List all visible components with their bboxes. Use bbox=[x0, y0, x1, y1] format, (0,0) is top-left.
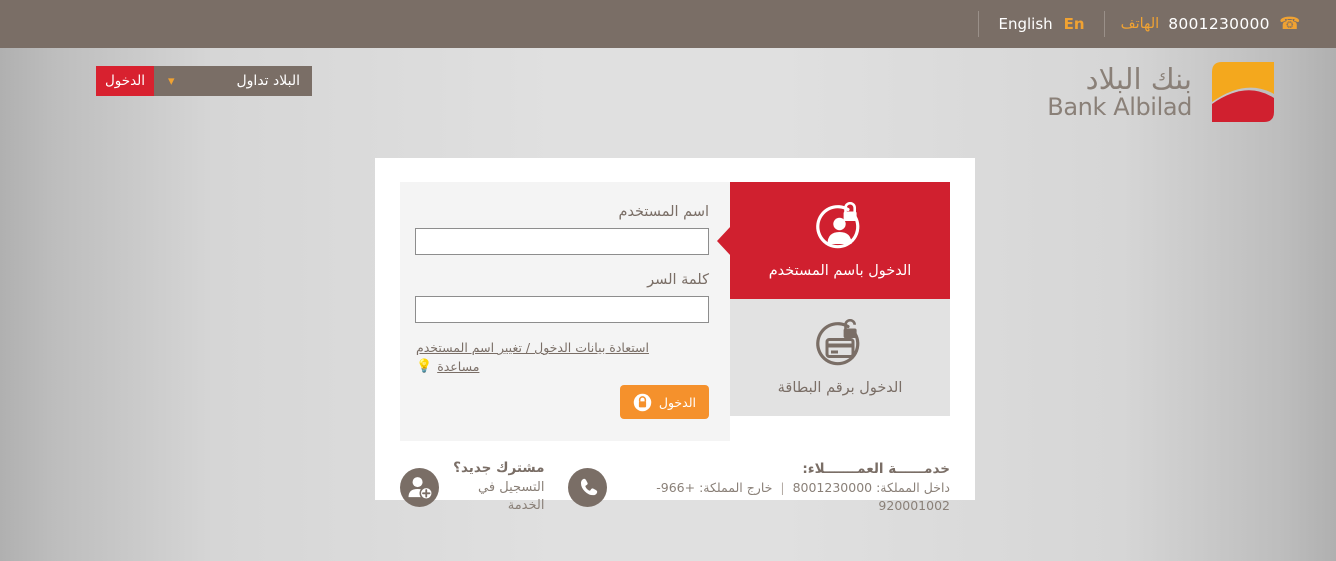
support-inside-label: داخل المملكة: bbox=[876, 480, 950, 496]
card-footer: مشترك جديد؟ التسجيل في الخدمة خدمــــــة… bbox=[375, 441, 975, 516]
bank-albilad-logo: بنك البلاد Bank Albilad bbox=[1047, 58, 1280, 128]
login-submit-button[interactable]: الدخول bbox=[619, 385, 709, 419]
language-switcher[interactable]: English En bbox=[979, 15, 1103, 33]
chevron-down-icon: ▾ bbox=[168, 73, 175, 89]
phone-icon bbox=[568, 468, 608, 508]
nav-dropdown-albilad-tadawul[interactable]: البلاد تداول ▾ bbox=[154, 66, 312, 96]
tab-login-with-username[interactable]: الدخول باسم المستخدم bbox=[717, 182, 950, 299]
footer-new-subscriber-subtitle[interactable]: التسجيل في الخدمة bbox=[450, 479, 544, 517]
logo-emblem-icon bbox=[1212, 62, 1274, 122]
language-english-abbr[interactable]: En bbox=[1064, 15, 1085, 33]
logo-english-name: Bank Albilad bbox=[1047, 93, 1192, 122]
footer-customer-service-numbers: داخل المملكة: 8001230000 | خارج المملكة:… bbox=[618, 479, 950, 515]
login-form-panel: اسم المستخدم كلمة السر استعادة بيانات ال… bbox=[400, 182, 730, 441]
language-english-label[interactable]: English bbox=[998, 15, 1052, 33]
help-link-row: 💡 مساعدة bbox=[416, 359, 709, 374]
nav-left-group: البلاد تداول ▾ الدخول bbox=[96, 66, 312, 96]
support-separator: | bbox=[780, 480, 785, 496]
top-bar-phone-number: 8001230000 bbox=[1168, 15, 1270, 33]
password-label: كلمة السر bbox=[647, 272, 709, 288]
nav-dropdown-label: البلاد تداول bbox=[236, 73, 301, 89]
lock-icon bbox=[633, 393, 652, 411]
help-link[interactable]: مساعدة bbox=[437, 359, 479, 374]
footer-customer-service: خدمــــــة العمـــــــلاء: داخل المملكة:… bbox=[568, 460, 950, 516]
add-user-icon bbox=[400, 468, 439, 508]
top-bar: ☎ 8001230000 الهاتف English En bbox=[0, 0, 1336, 48]
divider bbox=[978, 11, 980, 37]
top-bar-inner: ☎ 8001230000 الهاتف English En bbox=[978, 11, 1314, 37]
login-method-tabs: الدخول باسم المستخدم الدخول برقم البطاقة bbox=[717, 182, 950, 441]
top-bar-phone-label: الهاتف bbox=[1120, 16, 1160, 32]
phone-icon: ☎ bbox=[1278, 13, 1300, 34]
logo-arabic-name: بنك البلاد bbox=[1085, 61, 1192, 96]
footer-customer-service-text: خدمــــــة العمـــــــلاء: داخل المملكة:… bbox=[618, 460, 950, 516]
login-submit-label: الدخول bbox=[658, 394, 696, 410]
divider bbox=[1103, 11, 1105, 37]
footer-customer-service-title: خدمــــــة العمـــــــلاء: bbox=[802, 460, 950, 477]
submit-row: الدخول bbox=[415, 385, 709, 419]
login-card-body: الدخول باسم المستخدم الدخول برقم البطاقة… bbox=[375, 158, 975, 441]
tab-login-with-card-number-label: الدخول برقم البطاقة bbox=[777, 380, 903, 396]
user-lock-icon bbox=[816, 202, 860, 249]
footer-new-subscriber-title: مشترك جديد؟ bbox=[453, 460, 545, 476]
top-bar-phone[interactable]: ☎ 8001230000 الهاتف bbox=[1105, 13, 1314, 34]
recover-credentials-link[interactable]: استعادة بيانات الدخول / تغيير اسم المستخ… bbox=[416, 340, 649, 355]
footer-new-subscriber[interactable]: مشترك جديد؟ التسجيل في الخدمة bbox=[400, 459, 544, 516]
tab-login-with-username-label: الدخول باسم المستخدم bbox=[768, 263, 912, 279]
lightbulb-icon: 💡 bbox=[416, 359, 433, 374]
password-input[interactable] bbox=[415, 296, 709, 323]
tab-login-with-card-number[interactable]: الدخول برقم البطاقة bbox=[730, 299, 950, 416]
form-links: استعادة بيانات الدخول / تغيير اسم المستخ… bbox=[415, 340, 709, 374]
username-label: اسم المستخدم bbox=[618, 204, 709, 220]
support-inside-number: 8001230000 bbox=[792, 480, 873, 496]
card-lock-icon bbox=[816, 319, 860, 366]
nav-login-button[interactable]: الدخول bbox=[96, 66, 154, 96]
footer-new-subscriber-text: مشترك جديد؟ التسجيل في الخدمة bbox=[450, 459, 544, 516]
login-card: الدخول باسم المستخدم الدخول برقم البطاقة… bbox=[375, 158, 975, 513]
recover-link-row: استعادة بيانات الدخول / تغيير اسم المستخ… bbox=[416, 340, 709, 355]
tab-active-notch bbox=[717, 225, 731, 256]
username-input[interactable] bbox=[415, 228, 709, 255]
support-outside-label: خارج المملكة: bbox=[699, 480, 773, 496]
logo-text: بنك البلاد Bank Albilad bbox=[1047, 64, 1192, 122]
